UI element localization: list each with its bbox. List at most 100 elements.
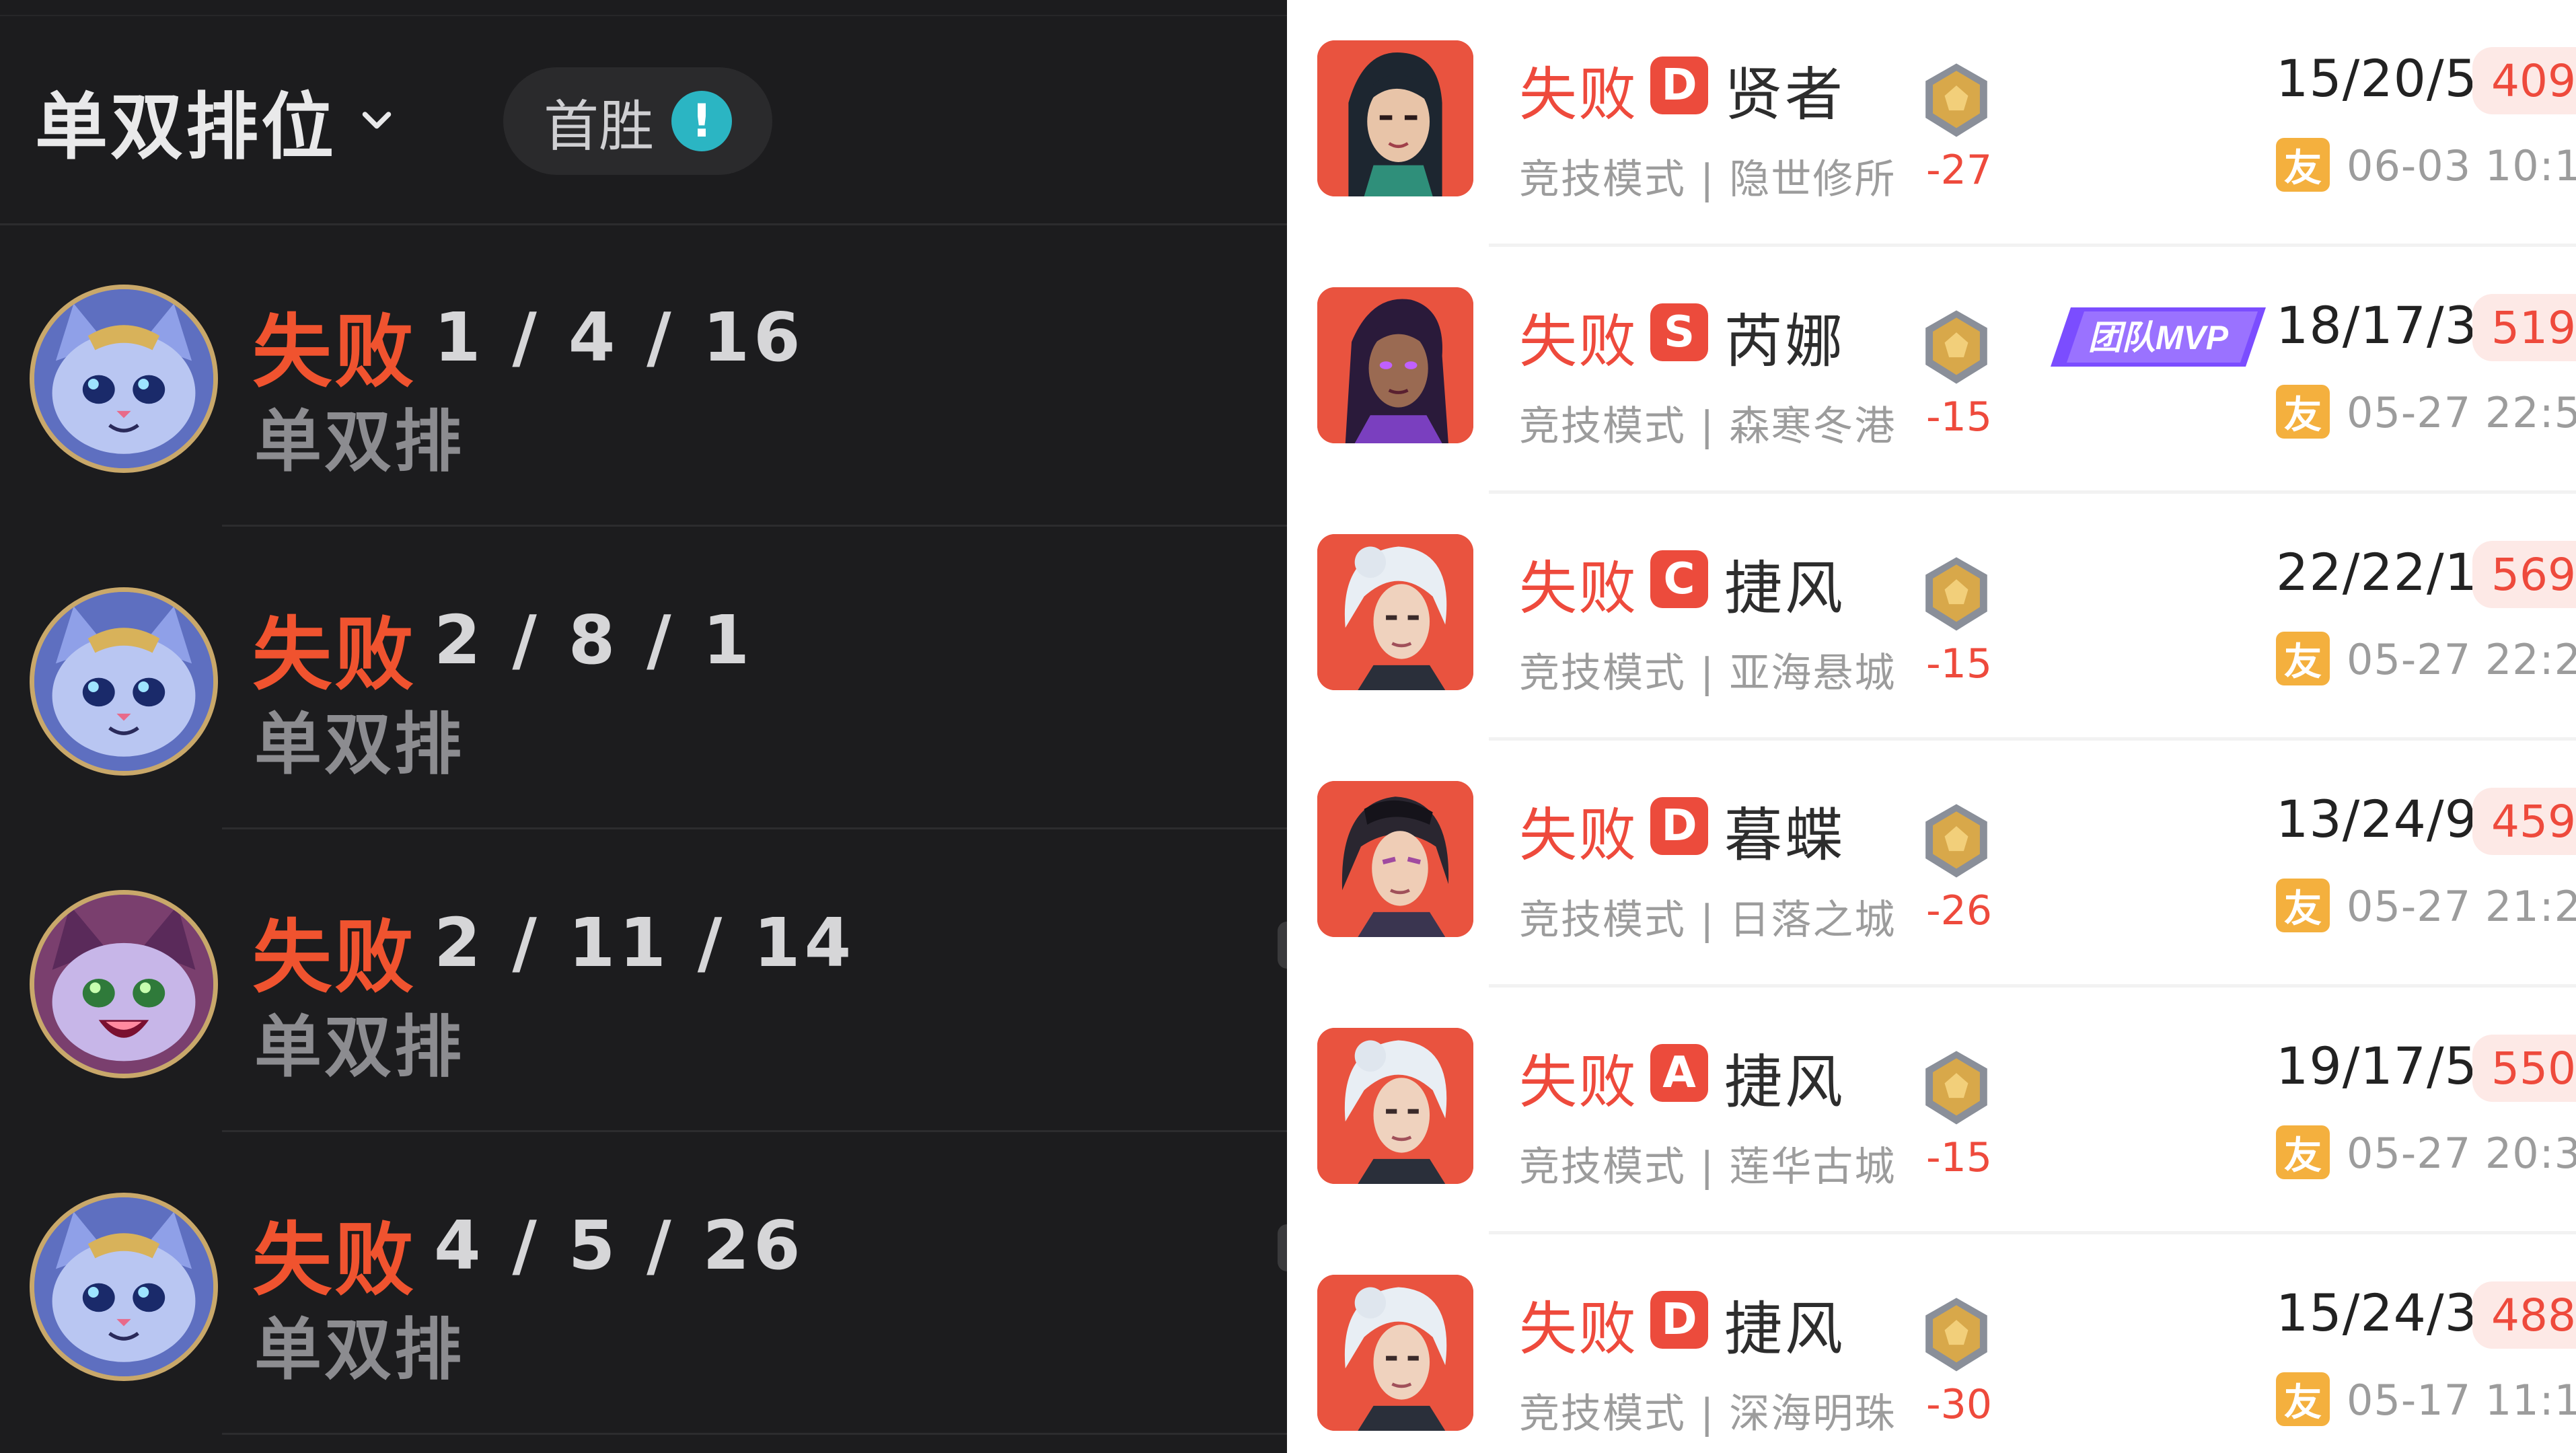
match-row[interactable]: 失败 D 贤者 竞技模式 | 隐世修所 -27 15/20/5 409 友 06… <box>1287 0 2576 247</box>
agent-jett-icon <box>1317 1275 1473 1431</box>
yuumi-cat-icon <box>34 289 213 468</box>
acs-badge: 409 <box>2472 47 2576 114</box>
champion-avatar <box>30 285 218 473</box>
acs-badge: 550 <box>2472 1035 2576 1102</box>
match-result: 失败 <box>1519 1049 1637 1116</box>
friend-badge-icon: 友 <box>2276 1125 2330 1179</box>
match-row[interactable]: 失败 1 / 4 / 16 单双排 <box>0 225 1287 527</box>
agent-name: 暮蝶 <box>1724 802 1845 869</box>
rank-gold-icon <box>1925 63 1987 137</box>
match-kda: 2 / 11 / 14 <box>434 903 856 982</box>
agent-clove-icon <box>1317 781 1473 937</box>
alert-icon: ! <box>671 91 732 151</box>
match-result: 失败 <box>1519 802 1637 869</box>
rr-change: -26 <box>1926 887 1992 934</box>
match-time: 05-17 11:18 <box>2347 1376 2576 1425</box>
row-divider <box>222 525 1287 527</box>
agent-jett-icon <box>1317 1028 1473 1184</box>
row-divider <box>222 827 1287 829</box>
match-result: 失败 <box>252 1214 417 1306</box>
agent-sage-icon <box>1317 40 1473 196</box>
match-row[interactable]: 失败 2 / 8 / 1 单双排 <box>0 528 1287 829</box>
match-grade-badge: A <box>1650 1044 1708 1102</box>
match-result: 失败 <box>252 305 417 398</box>
match-kda: 2 / 8 / 1 <box>434 601 754 679</box>
agent-jett-icon <box>1317 534 1473 690</box>
agent-reyna-icon <box>1317 287 1473 443</box>
queue-type-dropdown[interactable]: 单双排位 <box>35 67 397 175</box>
match-result: 失败 <box>252 608 417 701</box>
team-mvp-badge: 团队MVP <box>2044 303 2269 371</box>
match-row[interactable]: 失败 C 捷风 竞技模式 | 亚海悬城 -15 22/22/1 569 友 05… <box>1287 494 2576 741</box>
match-time: 05-27 20:38 <box>2347 1129 2576 1178</box>
match-result: 失败 <box>252 911 417 1004</box>
match-row[interactable]: 失败 D 捷风 竞技模式 | 深海明珠 -30 15/24/3 488 友 05… <box>1287 1234 2576 1453</box>
rank-gold-icon <box>1925 804 1987 878</box>
match-score: 13/24/9 <box>2276 789 2478 849</box>
match-kda: 4 / 5 / 26 <box>434 1206 805 1285</box>
agent-name: 捷风 <box>1724 1049 1845 1116</box>
match-row[interactable]: 失败 A 捷风 竞技模式 | 莲华古城 -15 19/17/5 550 友 05… <box>1287 988 2576 1234</box>
agent-name: 贤者 <box>1724 61 1845 128</box>
match-mode-map: 竞技模式 | 森寒冬港 <box>1519 403 1897 450</box>
top-divider <box>0 15 1287 16</box>
champion-avatar <box>30 587 218 776</box>
match-grade-badge: D <box>1650 797 1708 855</box>
match-grade-badge: D <box>1650 1291 1708 1349</box>
scroll-indicator <box>1278 922 1287 969</box>
friend-badge-icon: 友 <box>2276 879 2330 932</box>
agent-portrait <box>1317 287 1473 443</box>
match-row[interactable]: 失败 D 暮蝶 竞技模式 | 日落之城 -26 13/24/9 459 友 05… <box>1287 741 2576 988</box>
valorant-match-history-panel: 失败 D 贤者 竞技模式 | 隐世修所 -27 15/20/5 409 友 06… <box>1287 0 2576 1453</box>
match-queue-type: 单双排 <box>254 705 464 784</box>
agent-name: 捷风 <box>1724 555 1845 622</box>
match-row[interactable]: 失败 S 芮娜 竞技模式 | 森寒冬港 -15 团队MVP 18/17/3 51… <box>1287 247 2576 494</box>
match-queue-type: 单双排 <box>254 402 464 481</box>
rank-gold-icon <box>1925 310 1987 384</box>
match-mode-map: 竞技模式 | 亚海悬城 <box>1519 650 1897 697</box>
acs-badge: 459 <box>2472 788 2576 855</box>
agent-portrait <box>1317 1028 1473 1184</box>
friend-badge-icon: 友 <box>2276 1372 2330 1426</box>
match-row[interactable]: 失败 4 / 5 / 26 单双排 <box>0 1133 1287 1435</box>
match-grade-badge: S <box>1650 303 1708 361</box>
champion-avatar <box>30 1193 218 1381</box>
rr-change: -15 <box>1926 394 1992 441</box>
match-result: 失败 <box>1519 1296 1637 1363</box>
acs-badge: 519 <box>2472 294 2576 361</box>
friend-badge-icon: 友 <box>2276 632 2330 685</box>
row-divider <box>222 1130 1287 1132</box>
match-grade-badge: C <box>1650 550 1708 608</box>
first-win-button[interactable]: 首胜 ! <box>503 67 772 175</box>
agent-portrait <box>1317 781 1473 937</box>
match-mode-map: 竞技模式 | 莲华古城 <box>1519 1144 1897 1191</box>
lol-match-history-panel: 单双排位 首胜 ! 失败 1 / 4 / 16 单双排 失败 2 / 8 / 1… <box>0 0 1287 1453</box>
acs-badge: 569 <box>2472 541 2576 608</box>
rank-gold-icon <box>1925 557 1987 631</box>
rr-change: -15 <box>1926 640 1992 687</box>
match-score: 18/17/3 <box>2276 295 2478 355</box>
match-time: 06-03 10:16 <box>2347 141 2576 190</box>
friend-badge-icon: 友 <box>2276 385 2330 439</box>
yuumi-cat-icon <box>34 1197 213 1376</box>
yuumi-alt-icon <box>34 895 213 1074</box>
match-result: 失败 <box>1519 555 1637 622</box>
chevron-down-icon <box>362 112 392 129</box>
rr-change: -15 <box>1926 1134 1992 1181</box>
friend-badge-icon: 友 <box>2276 138 2330 192</box>
match-result: 失败 <box>1519 308 1637 375</box>
scroll-indicator <box>1278 1224 1287 1271</box>
agent-portrait <box>1317 1275 1473 1431</box>
match-row[interactable]: 失败 2 / 11 / 14 单双排 <box>0 831 1287 1132</box>
mvp-badge-icon: 团队MVP <box>2051 307 2266 367</box>
match-grade-badge: D <box>1650 57 1708 114</box>
match-time: 05-27 21:20 <box>2347 882 2576 931</box>
mvp-badge-label: 团队MVP <box>2088 319 2229 357</box>
match-score: 22/22/1 <box>2276 542 2478 602</box>
first-win-label: 首胜 <box>543 94 654 159</box>
champion-avatar <box>30 890 218 1078</box>
agent-portrait <box>1317 40 1473 196</box>
match-time: 05-27 22:53 <box>2347 388 2576 437</box>
match-mode-map: 竞技模式 | 隐世修所 <box>1519 156 1897 203</box>
agent-name: 捷风 <box>1724 1296 1845 1363</box>
